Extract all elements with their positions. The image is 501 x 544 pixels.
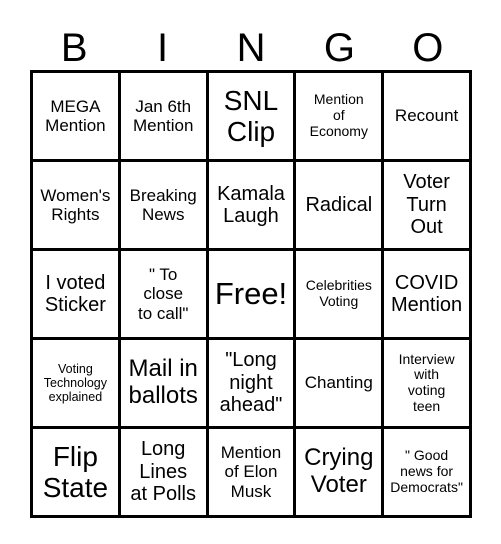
bingo-cell-label: Celebrities Voting bbox=[305, 277, 372, 309]
bingo-cell-r1c5[interactable]: Recount bbox=[384, 73, 472, 162]
bingo-cell-label: I voted Sticker bbox=[44, 271, 106, 316]
bingo-cell-r5c2[interactable]: Long Lines at Polls bbox=[120, 429, 209, 518]
bingo-cell-label: Voting Technology explained bbox=[43, 362, 108, 404]
bingo-cell-r4c2[interactable]: Mail in ballots bbox=[120, 340, 209, 429]
bingo-card: B I N G O MEGA Mention Jan 6th Mention S… bbox=[0, 0, 501, 544]
bingo-cell-free-space[interactable]: Free! bbox=[208, 251, 297, 340]
bingo-cell-r4c3[interactable]: "Long night ahead" bbox=[208, 340, 297, 429]
bingo-cell-label: COVID Mention bbox=[391, 271, 463, 316]
bingo-cell-label: Women's Rights bbox=[40, 185, 111, 224]
bingo-cell-r4c4[interactable]: Chanting bbox=[296, 340, 385, 429]
bingo-header-letter-g: G bbox=[323, 26, 355, 70]
bingo-header-letter-i: I bbox=[157, 26, 169, 70]
bingo-cell-r1c1[interactable]: MEGA Mention bbox=[33, 73, 121, 162]
bingo-cell-label: Mention of Elon Musk bbox=[220, 443, 282, 501]
bingo-cell-label: " Good news for Democrats" bbox=[390, 447, 463, 495]
bingo-cell-label: Breaking News bbox=[129, 185, 197, 224]
bingo-cell-label: Jan 6th Mention bbox=[132, 96, 194, 135]
bingo-header-letter-o: O bbox=[412, 26, 444, 70]
bingo-cell-r5c4[interactable]: Crying Voter bbox=[296, 429, 385, 518]
bingo-cell-r4c1[interactable]: Voting Technology explained bbox=[33, 340, 121, 429]
bingo-grid: MEGA Mention Jan 6th Mention SNL Clip Me… bbox=[30, 70, 472, 518]
bingo-cell-r5c1[interactable]: Flip State bbox=[33, 429, 121, 518]
bingo-cell-r3c5[interactable]: COVID Mention bbox=[384, 251, 472, 340]
bingo-cell-label: Recount bbox=[394, 106, 459, 126]
bingo-cell-label: SNL Clip bbox=[223, 84, 279, 147]
bingo-cell-label: Flip State bbox=[42, 440, 109, 503]
bingo-cell-r3c1[interactable]: I voted Sticker bbox=[33, 251, 121, 340]
bingo-cell-label: Voter Turn Out bbox=[403, 171, 450, 239]
bingo-cell-label: " To close to call" bbox=[137, 265, 189, 323]
bingo-cell-r5c3[interactable]: Mention of Elon Musk bbox=[208, 429, 297, 518]
bingo-header-letter-b: B bbox=[60, 26, 88, 70]
bingo-cell-label: Mention of Economy bbox=[309, 91, 368, 139]
bingo-cell-r2c4[interactable]: Radical bbox=[296, 162, 385, 251]
bingo-cell-r2c5[interactable]: Voter Turn Out bbox=[384, 162, 472, 251]
bingo-cell-label: Interview with voting teen bbox=[398, 350, 455, 414]
bingo-cell-label: Free! bbox=[214, 275, 288, 311]
bingo-cell-label: Crying Voter bbox=[304, 444, 374, 498]
bingo-cell-r2c2[interactable]: Breaking News bbox=[120, 162, 209, 251]
bingo-cell-r3c2[interactable]: " To close to call" bbox=[120, 251, 209, 340]
bingo-cell-label: "Long night ahead" bbox=[219, 349, 283, 417]
bingo-cell-r2c1[interactable]: Women's Rights bbox=[33, 162, 121, 251]
bingo-cell-r5c5[interactable]: " Good news for Democrats" bbox=[384, 429, 472, 518]
bingo-cell-r4c5[interactable]: Interview with voting teen bbox=[384, 340, 472, 429]
bingo-cell-label: Radical bbox=[305, 193, 373, 216]
bingo-cell-label: Mail in ballots bbox=[128, 355, 198, 409]
bingo-cell-r2c3[interactable]: Kamala Laugh bbox=[208, 162, 297, 251]
bingo-cell-r1c4[interactable]: Mention of Economy bbox=[296, 73, 385, 162]
bingo-header-letter-n: N bbox=[236, 26, 266, 70]
bingo-cell-label: Chanting bbox=[304, 373, 373, 393]
bingo-header-row: B I N G O bbox=[30, 14, 472, 70]
bingo-cell-label: Long Lines at Polls bbox=[130, 438, 196, 506]
bingo-cell-r1c3[interactable]: SNL Clip bbox=[208, 73, 297, 162]
bingo-cell-label: Kamala Laugh bbox=[217, 182, 285, 227]
bingo-cell-r3c4[interactable]: Celebrities Voting bbox=[296, 251, 385, 340]
bingo-cell-label: MEGA Mention bbox=[45, 96, 106, 135]
bingo-cell-r1c2[interactable]: Jan 6th Mention bbox=[120, 73, 209, 162]
